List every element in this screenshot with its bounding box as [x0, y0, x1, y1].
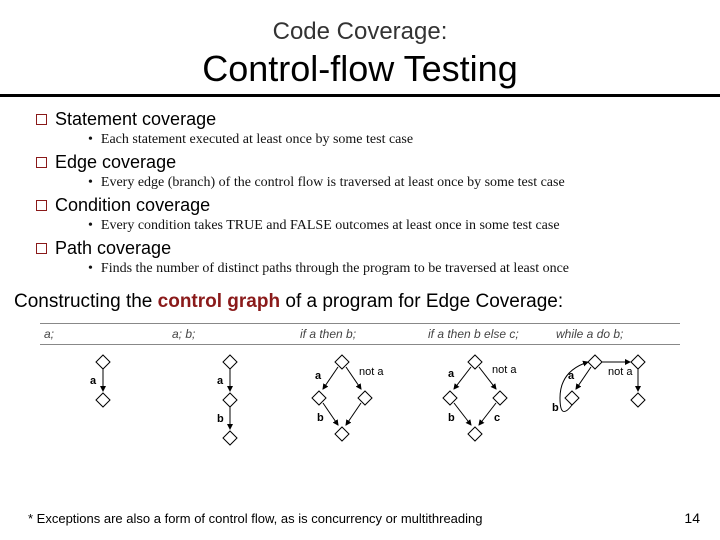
construct-emphasis: control graph: [158, 291, 280, 312]
svg-text:b: b: [448, 412, 455, 424]
item-condition: Condition coverage • Every condition tak…: [36, 195, 684, 234]
construct-prefix: Constructing the: [14, 291, 158, 312]
footer: * Exceptions are also a form of control …: [28, 510, 700, 526]
item-label: Condition coverage: [55, 195, 210, 216]
bullet-content: Statement coverage • Each statement exec…: [0, 97, 720, 277]
diagram-header: a; b;: [168, 324, 296, 344]
item-label: Edge coverage: [55, 152, 176, 173]
square-bullet-icon: [36, 200, 47, 211]
svg-text:not a: not a: [608, 366, 633, 378]
dot-bullet-icon: •: [88, 133, 93, 147]
svg-text:a: a: [568, 370, 575, 382]
svg-text:b: b: [217, 413, 224, 425]
dot-bullet-icon: •: [88, 262, 93, 276]
footnote: * Exceptions are also a form of control …: [28, 511, 483, 526]
dot-bullet-icon: •: [88, 219, 93, 233]
title-block: Code Coverage: Control-flow Testing: [0, 0, 720, 90]
diagram-sequence-ab: a b: [167, 351, 294, 471]
svg-text:a: a: [315, 370, 322, 382]
svg-text:c: c: [494, 412, 500, 424]
item-sub-text: Finds the number of distinct paths throu…: [101, 261, 569, 277]
svg-text:a: a: [448, 368, 455, 380]
svg-text:b: b: [317, 412, 324, 424]
item-label: Path coverage: [55, 238, 171, 259]
item-statement: Statement coverage • Each statement exec…: [36, 109, 684, 148]
item-path: Path coverage • Finds the number of dist…: [36, 238, 684, 277]
diagram-header: while a do b;: [552, 324, 680, 344]
construct-suffix: of a program for Edge Coverage:: [280, 291, 563, 312]
svg-text:not a: not a: [359, 366, 384, 378]
diagram-headers: a; a; b; if a then b; if a then b else c…: [40, 323, 680, 345]
dot-bullet-icon: •: [88, 176, 93, 190]
item-sub-text: Each statement executed at least once by…: [101, 132, 413, 148]
square-bullet-icon: [36, 243, 47, 254]
square-bullet-icon: [36, 114, 47, 125]
diagram-if-then-else: a not a b c: [420, 351, 550, 471]
item-label: Statement coverage: [55, 109, 216, 130]
svg-text:a: a: [90, 375, 97, 387]
page-number: 14: [684, 510, 700, 526]
square-bullet-icon: [36, 157, 47, 168]
diagram-row: a a b a not a: [40, 345, 680, 471]
diagram-if-then: a not a b: [293, 351, 420, 471]
svg-text:not a: not a: [492, 364, 517, 376]
construct-heading: Constructing the control graph of a prog…: [0, 281, 720, 319]
diagram-header: if a then b;: [296, 324, 424, 344]
diagram-area: a; a; b; if a then b; if a then b else c…: [0, 319, 720, 471]
diagram-header: if a then b else c;: [424, 324, 552, 344]
main-title: Control-flow Testing: [0, 48, 720, 90]
item-sub-text: Every edge (branch) of the control flow …: [101, 175, 565, 191]
supertitle: Code Coverage:: [0, 18, 720, 46]
svg-text:b: b: [552, 402, 559, 414]
item-sub-text: Every condition takes TRUE and FALSE out…: [101, 218, 560, 234]
diagram-while: a b not a: [550, 351, 680, 471]
diagram-header: a;: [40, 324, 168, 344]
diagram-sequence-a: a: [40, 351, 167, 471]
item-edge: Edge coverage • Every edge (branch) of t…: [36, 152, 684, 191]
svg-text:a: a: [217, 375, 224, 387]
